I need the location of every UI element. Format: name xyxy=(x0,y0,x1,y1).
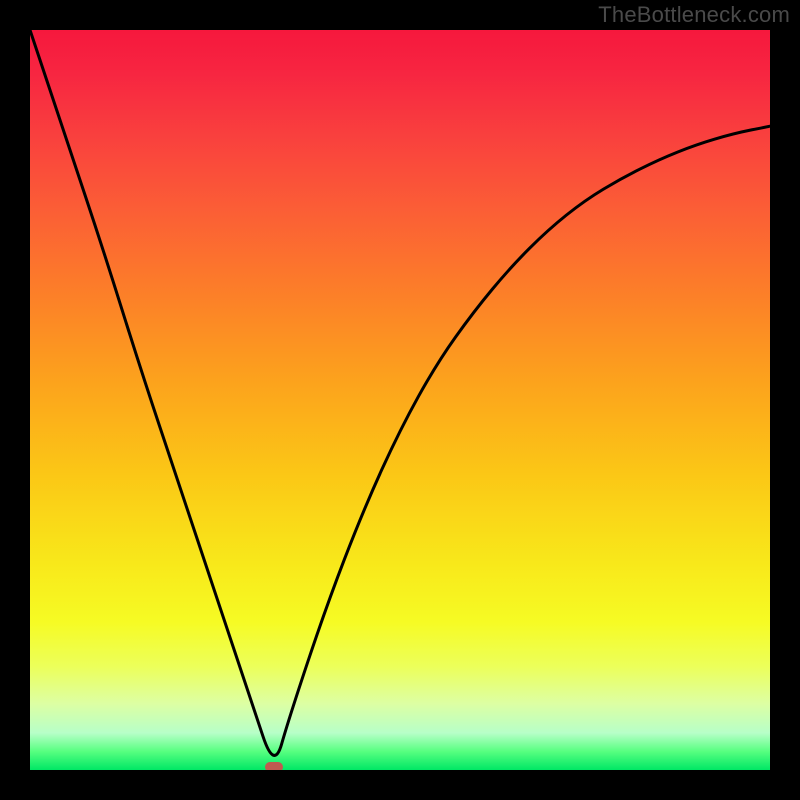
bottleneck-curve xyxy=(30,30,770,770)
chart-frame: TheBottleneck.com xyxy=(0,0,800,800)
watermark-text: TheBottleneck.com xyxy=(598,2,790,28)
plot-area xyxy=(30,30,770,770)
minimum-marker xyxy=(265,762,283,770)
